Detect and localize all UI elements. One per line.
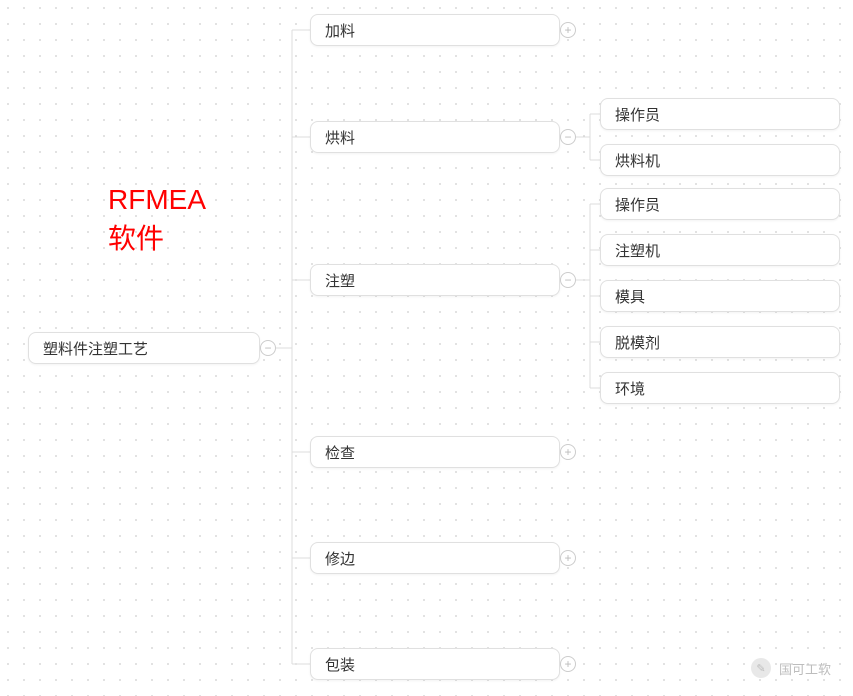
node-injection-label: 注塑: [325, 270, 355, 291]
node-mold[interactable]: 模具: [600, 280, 840, 312]
node-root[interactable]: 塑料件注塑工艺: [28, 332, 260, 364]
node-release-agent-label: 脱模剂: [615, 332, 660, 353]
node-trimming-label: 修边: [325, 548, 355, 569]
node-packaging[interactable]: 包装: [310, 648, 560, 680]
footer-text: 国可工软: [779, 659, 831, 678]
node-injection-machine[interactable]: 注塑机: [600, 234, 840, 266]
toggle-injection[interactable]: −: [560, 272, 576, 288]
node-dryer-label: 烘料机: [615, 150, 660, 171]
title-rfmea: RFMEA 软件: [108, 180, 206, 258]
toggle-trimming[interactable]: +: [560, 550, 576, 566]
node-dryer[interactable]: 烘料机: [600, 144, 840, 176]
node-release-agent[interactable]: 脱模剂: [600, 326, 840, 358]
node-inspection[interactable]: 检查: [310, 436, 560, 468]
node-feeding[interactable]: 加料: [310, 14, 560, 46]
toggle-inspection[interactable]: +: [560, 444, 576, 460]
footer-watermark: ✎ 国可工软: [751, 658, 831, 678]
node-environment-label: 环境: [615, 378, 645, 399]
node-operator-2-label: 操作员: [615, 194, 660, 215]
node-drying[interactable]: 烘料: [310, 121, 560, 153]
node-operator-1[interactable]: 操作员: [600, 98, 840, 130]
node-operator-1-label: 操作员: [615, 104, 660, 125]
node-feeding-label: 加料: [325, 20, 355, 41]
toggle-feeding[interactable]: +: [560, 22, 576, 38]
node-drying-label: 烘料: [325, 127, 355, 148]
toggle-root[interactable]: −: [260, 340, 276, 356]
node-mold-label: 模具: [615, 286, 645, 307]
node-inspection-label: 检查: [325, 442, 355, 463]
toggle-drying[interactable]: −: [560, 129, 576, 145]
node-environment[interactable]: 环境: [600, 372, 840, 404]
node-operator-2[interactable]: 操作员: [600, 188, 840, 220]
wechat-icon: ✎: [751, 658, 771, 678]
node-packaging-label: 包装: [325, 654, 355, 675]
node-root-label: 塑料件注塑工艺: [43, 338, 148, 359]
node-injection[interactable]: 注塑: [310, 264, 560, 296]
node-trimming[interactable]: 修边: [310, 542, 560, 574]
node-injection-machine-label: 注塑机: [615, 240, 660, 261]
toggle-packaging[interactable]: +: [560, 656, 576, 672]
